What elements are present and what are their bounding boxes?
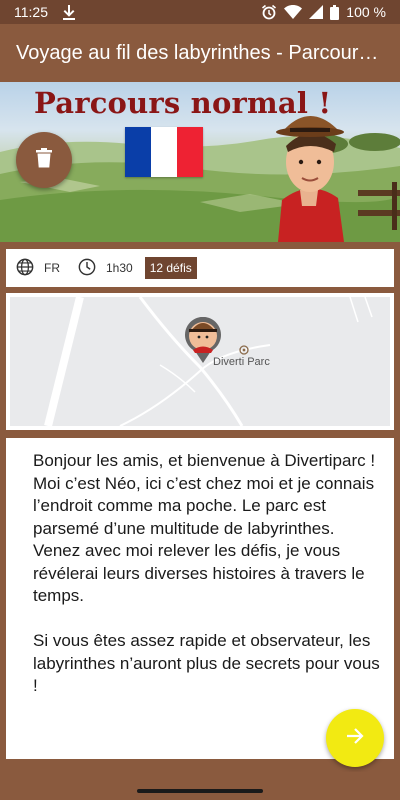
arrow-right-icon <box>345 726 365 751</box>
delete-button[interactable] <box>16 132 72 188</box>
next-button[interactable] <box>326 709 384 767</box>
status-time: 11:25 <box>14 4 48 20</box>
alarm-icon <box>261 4 277 20</box>
battery-percent: 100 % <box>346 4 386 20</box>
status-bar: 11:25 100 % <box>0 0 400 24</box>
flag-stripe-blue <box>125 127 151 177</box>
hero-title: Parcours normal ! <box>34 86 332 120</box>
battery-icon <box>330 4 340 20</box>
app-bar: Voyage au fil des labyrinthes - Parcours… <box>0 24 400 82</box>
page-title: Voyage au fil des labyrinthes - Parcours… <box>16 41 384 64</box>
wifi-icon <box>284 5 303 19</box>
trash-icon <box>36 147 52 173</box>
challenges-badge: 12 défis <box>144 257 197 279</box>
globe-icon <box>16 258 34 279</box>
flag-stripe-red <box>177 127 203 177</box>
download-icon <box>62 4 76 20</box>
info-strip: FR 1h30 12 défis <box>6 249 394 287</box>
language-label: FR <box>44 261 60 275</box>
poi-label[interactable]: Diverti Parc <box>213 356 270 368</box>
map-view[interactable]: Diverti Parc <box>6 293 394 430</box>
hero-banner: Parcours normal ! <box>0 82 400 242</box>
navigation-bar <box>0 772 400 800</box>
signal-icon <box>309 5 324 19</box>
flag-stripe-white <box>151 127 177 177</box>
duration-label: 1h30 <box>106 261 133 275</box>
home-gesture-handle[interactable] <box>137 789 263 793</box>
map-canvas[interactable]: Diverti Parc <box>10 297 390 426</box>
language-info: FR <box>16 258 78 279</box>
description-card: Bonjour les amis, et bienvenue à Diverti… <box>6 438 394 759</box>
duration-info: 1h30 <box>78 258 145 279</box>
french-flag <box>125 127 203 177</box>
clock-icon <box>78 258 96 279</box>
description-text: Bonjour les amis, et bienvenue à Diverti… <box>33 451 380 695</box>
